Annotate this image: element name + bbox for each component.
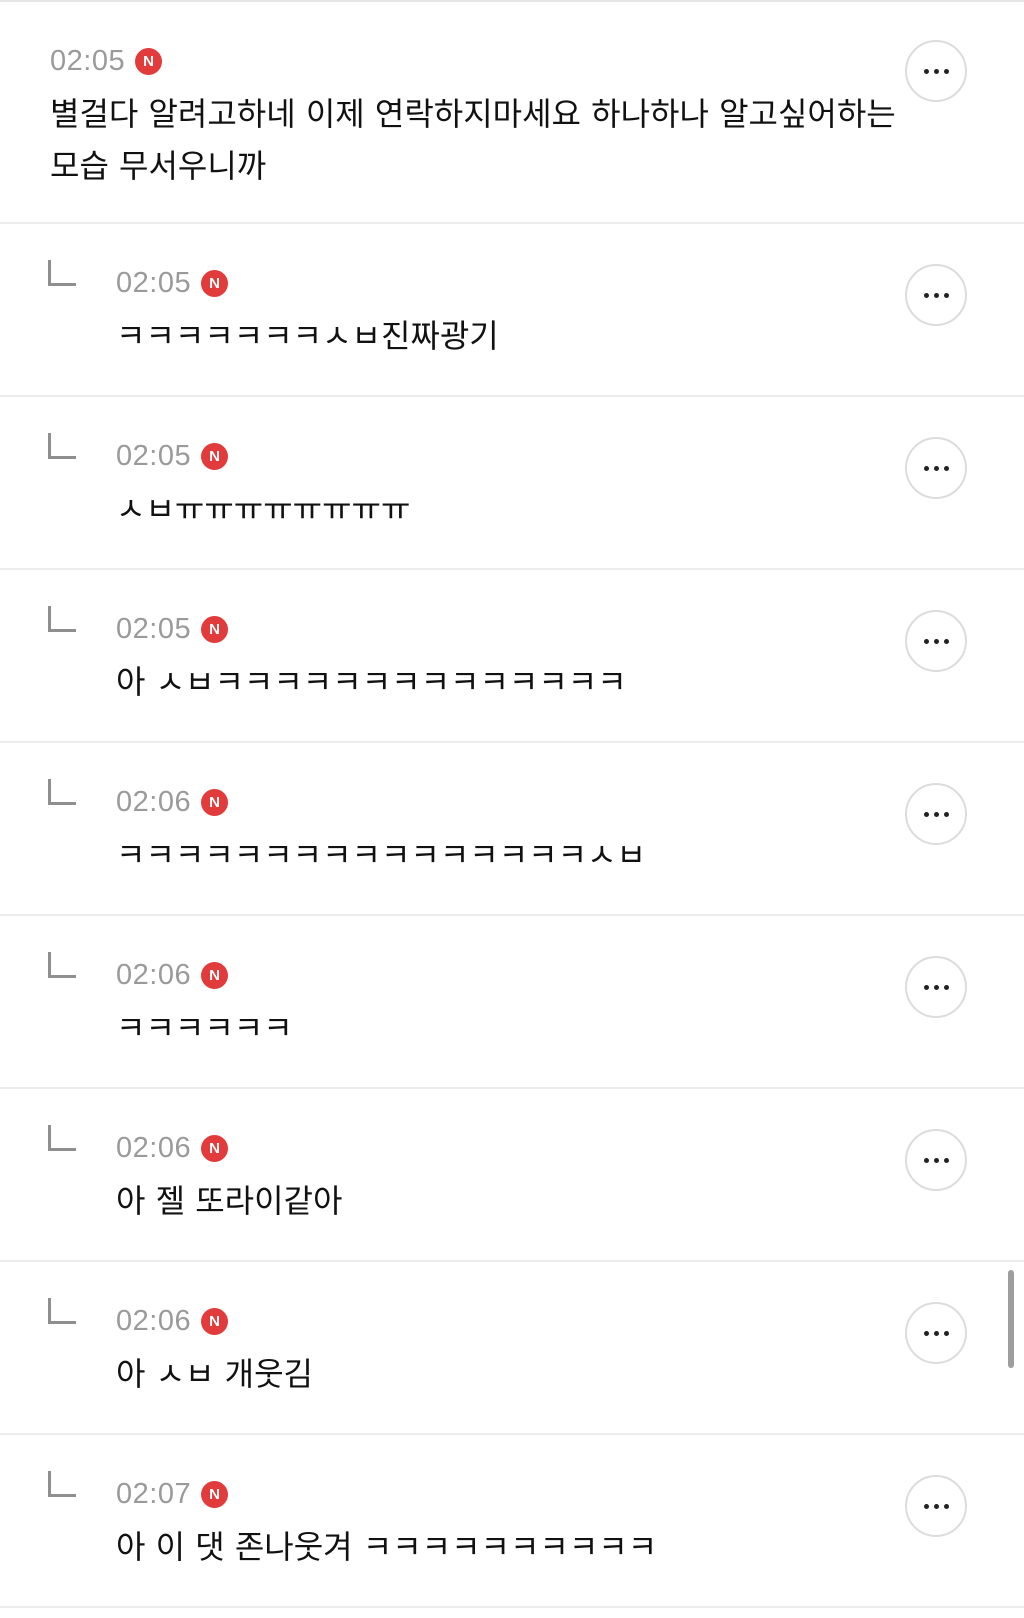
comment-text: 별걸다 알려고하네 이제 연락하지마세요 하나하나 알고싶어하는 모습 무서우니… [50,95,896,185]
comment-text: 아 이 댓 존나웃겨 ㅋㅋㅋㅋㅋㅋㅋㅋㅋㅋ [116,1528,658,1566]
more-options-button[interactable] [905,956,967,1018]
reply-arrow-icon [48,606,76,632]
more-dot [923,292,929,298]
reply-arrow-icon [48,779,76,805]
more-dot [933,1330,939,1336]
comment-time: 02:07 [116,1478,192,1510]
comment-time: 02:05 [116,440,192,472]
new-badge-icon: N [201,442,229,470]
more-options-button[interactable] [905,1475,967,1537]
more-dot [943,292,949,298]
comment-meta: 02:05 N [116,264,229,302]
reply-item: 02:05 N 아 ㅅㅂㅋㅋㅋㅋㅋㅋㅋㅋㅋㅋㅋㅋㅋㅋ [0,570,1024,743]
comment-time: 02:05 [50,45,126,77]
comment-time: 02:05 [116,613,192,645]
comment-meta: 02:05 N [116,437,229,475]
reply-item: 02:07 N 아 이 댓 존나웃겨 ㅋㅋㅋㅋㅋㅋㅋㅋㅋㅋ [0,1435,1024,1608]
more-options-button[interactable] [905,783,967,845]
comment-text: ㅋㅋㅋㅋㅋㅋㅋㅅㅂ진짜광기 [116,317,499,355]
reply-item: 02:06 N 아 젤 또라이같아 [0,1089,1024,1262]
more-dot [943,68,949,74]
more-dot [943,465,949,471]
comment-meta: 02:05 N [116,610,229,648]
comment-meta: 02:06 N [116,1302,229,1340]
more-options-button[interactable] [905,1129,967,1191]
new-badge-icon: N [135,47,163,75]
reply-arrow-icon [48,1125,76,1151]
comment-time: 02:06 [116,786,192,818]
comment-time: 02:06 [116,1305,192,1337]
comment-time: 02:06 [116,959,192,991]
more-dot [923,68,929,74]
comment-meta: 02:05 N [50,42,163,80]
more-options-button[interactable] [905,610,967,672]
scrollbar-thumb[interactable] [1008,1270,1014,1368]
more-dot [943,1503,949,1509]
new-badge-icon: N [201,615,229,643]
more-dot [943,638,949,644]
more-dot [933,811,939,817]
more-dot [923,984,929,990]
more-dot [933,68,939,74]
reply-arrow-icon [48,1471,76,1497]
new-badge-icon: N [201,1307,229,1335]
comment-text: 아 ㅅㅂㅋㅋㅋㅋㅋㅋㅋㅋㅋㅋㅋㅋㅋㅋ [116,663,627,701]
more-dot [943,1157,949,1163]
more-options-button[interactable] [905,437,967,499]
more-dot [933,1503,939,1509]
reply-arrow-icon [48,260,76,286]
reply-arrow-icon [48,433,76,459]
more-options-button[interactable] [905,1302,967,1364]
comment-text: 아 젤 또라이같아 [116,1182,343,1220]
new-badge-icon: N [201,1480,229,1508]
reply-item: 02:06 N ㅋㅋㅋㅋㅋㅋㅋㅋㅋㅋㅋㅋㅋㅋㅋㅋㅅㅂ [0,743,1024,916]
reply-item: 02:05 N ㅅㅂㅠㅠㅠㅠㅠㅠㅠㅠ [0,397,1024,570]
comment-text: 아 ㅅㅂ 개웃김 [116,1355,313,1393]
more-dot [933,638,939,644]
reply-arrow-icon [48,1298,76,1324]
comment-meta: 02:07 N [116,1475,229,1513]
comment-meta: 02:06 N [116,956,229,994]
more-dot [923,1157,929,1163]
comment-meta: 02:06 N [116,783,229,821]
more-dot [933,1157,939,1163]
more-dot [923,465,929,471]
more-dot [923,638,929,644]
comment-text: ㅋㅋㅋㅋㅋㅋㅋㅋㅋㅋㅋㅋㅋㅋㅋㅋㅅㅂ [116,836,646,874]
more-dot [933,984,939,990]
more-options-button[interactable] [905,40,967,102]
more-dot [923,1503,929,1509]
comment-meta: 02:06 N [116,1129,229,1167]
comment-text: ㅅㅂㅠㅠㅠㅠㅠㅠㅠㅠ [116,490,411,528]
new-badge-icon: N [201,269,229,297]
new-badge-icon: N [201,1134,229,1162]
more-dot [943,984,949,990]
comment-time: 02:05 [116,267,192,299]
comment-item: 02:05 N 별걸다 알려고하네 이제 연락하지마세요 하나하나 알고싶어하는… [0,2,1024,224]
more-dot [933,465,939,471]
more-dot [923,1330,929,1336]
comment-text: ㅋㅋㅋㅋㅋㅋ [116,1009,293,1047]
more-dot [923,811,929,817]
reply-item: 02:05 N ㅋㅋㅋㅋㅋㅋㅋㅅㅂ진짜광기 [0,224,1024,397]
new-badge-icon: N [201,788,229,816]
more-dot [943,1330,949,1336]
comment-time: 02:06 [116,1132,192,1164]
more-dot [943,811,949,817]
more-dot [933,292,939,298]
reply-item: 02:06 N 아 ㅅㅂ 개웃김 [0,1262,1024,1435]
reply-arrow-icon [48,952,76,978]
comment-list: 02:05 N 별걸다 알려고하네 이제 연락하지마세요 하나하나 알고싶어하는… [0,2,1024,1608]
reply-item: 02:06 N ㅋㅋㅋㅋㅋㅋ [0,916,1024,1089]
more-options-button[interactable] [905,264,967,326]
new-badge-icon: N [201,961,229,989]
